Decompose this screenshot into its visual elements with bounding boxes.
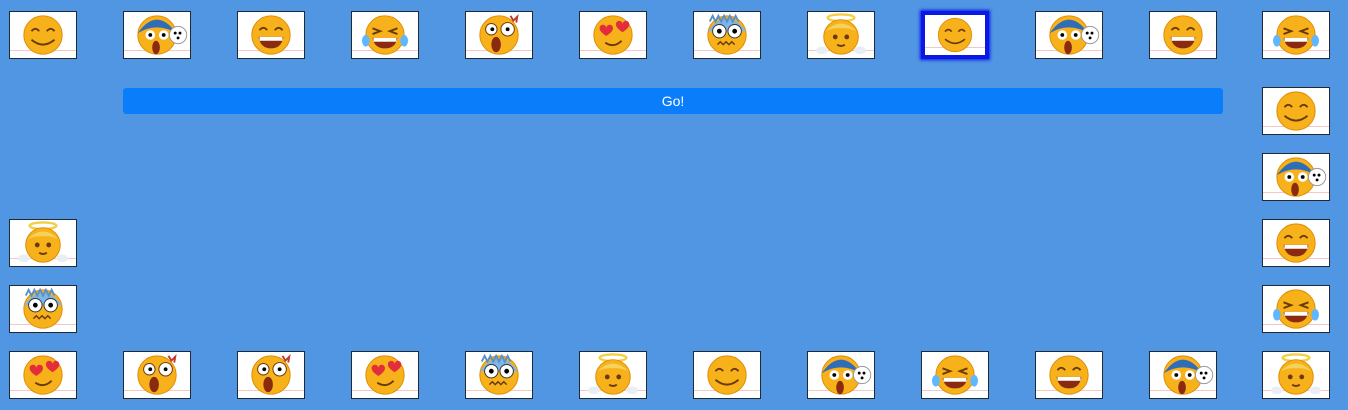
emoji-tile[interactable] (1262, 351, 1330, 399)
emoji-tile[interactable] (1262, 87, 1330, 135)
go-button[interactable]: Go! (123, 88, 1223, 114)
emoji-tile[interactable] (1035, 351, 1103, 399)
emoji-tile[interactable] (9, 11, 77, 59)
emoji-tile[interactable] (807, 11, 875, 59)
emoji-tile[interactable] (807, 351, 875, 399)
emoji-tile[interactable] (9, 285, 77, 333)
emoji-tile[interactable] (1149, 351, 1217, 399)
emoji-tile[interactable] (693, 11, 761, 59)
emoji-tile[interactable] (237, 11, 305, 59)
emoji-tile[interactable] (123, 351, 191, 399)
emoji-tile[interactable] (237, 351, 305, 399)
emoji-tile[interactable] (465, 351, 533, 399)
game-board: Go! (0, 0, 1348, 410)
emoji-tile[interactable] (351, 11, 419, 59)
emoji-tile[interactable] (1262, 219, 1330, 267)
emoji-tile[interactable] (921, 351, 989, 399)
emoji-tile[interactable] (1262, 11, 1330, 59)
emoji-tile[interactable] (351, 351, 419, 399)
emoji-tile[interactable] (1149, 11, 1217, 59)
emoji-tile[interactable] (9, 351, 77, 399)
emoji-tile[interactable] (579, 11, 647, 59)
emoji-tile[interactable] (579, 351, 647, 399)
emoji-tile[interactable] (693, 351, 761, 399)
emoji-tile[interactable] (921, 11, 989, 59)
emoji-tile[interactable] (1262, 285, 1330, 333)
emoji-tile[interactable] (1262, 153, 1330, 201)
emoji-tile[interactable] (1035, 11, 1103, 59)
emoji-tile[interactable] (9, 219, 77, 267)
emoji-tile[interactable] (465, 11, 533, 59)
emoji-tile[interactable] (123, 11, 191, 59)
